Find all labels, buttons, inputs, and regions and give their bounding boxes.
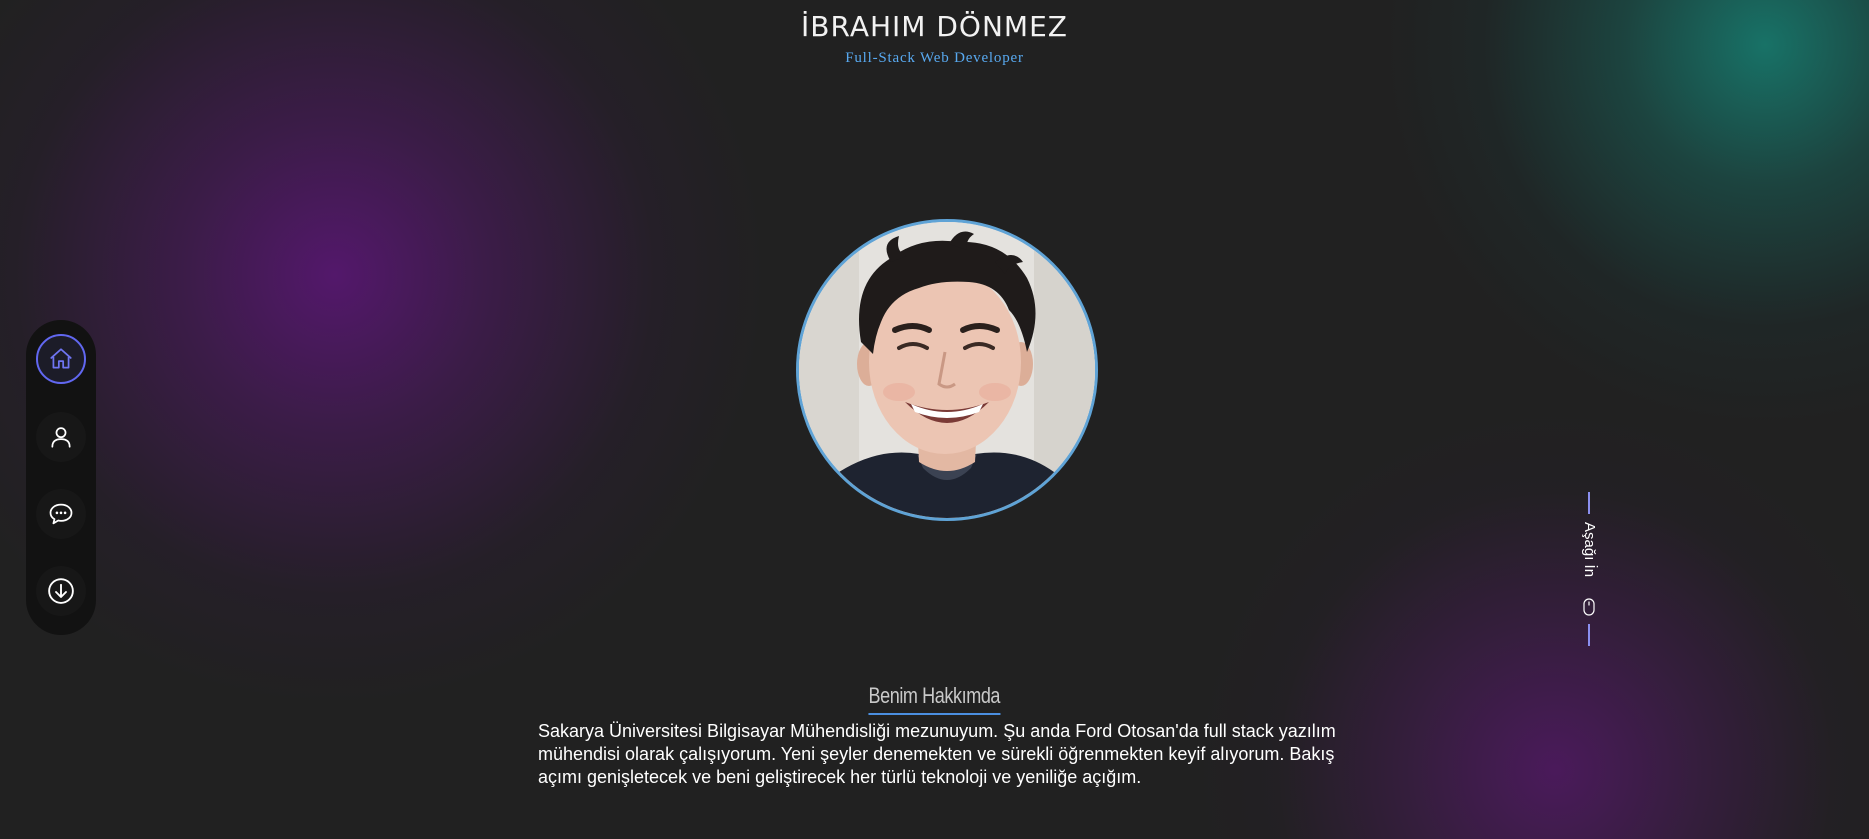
scroll-down-label: Aşağı İn bbox=[1581, 522, 1598, 578]
nav-about-button[interactable] bbox=[36, 412, 86, 462]
profile-photo bbox=[796, 219, 1098, 521]
nav-contact-button[interactable] bbox=[36, 489, 86, 539]
download-icon bbox=[48, 578, 74, 604]
side-navigation bbox=[26, 320, 96, 635]
mouse-icon bbox=[1583, 598, 1595, 616]
user-icon bbox=[51, 427, 71, 448]
scroll-down-link[interactable]: Aşağı İn bbox=[1577, 490, 1601, 650]
about-paragraph: Sakarya Üniversitesi Bilgisayar Mühendis… bbox=[538, 721, 1336, 787]
page-subtitle: Full-Stack Web Developer bbox=[845, 50, 1024, 66]
nav-home-button[interactable] bbox=[36, 334, 86, 384]
scroll-divider-top bbox=[1588, 492, 1590, 514]
nav-download-button[interactable] bbox=[36, 566, 86, 616]
page-title: İBRAHIM DÖNMEZ bbox=[801, 10, 1068, 43]
about-heading: Benim Hakkımda bbox=[868, 683, 1001, 715]
about-section-title: Benim Hakkımda bbox=[0, 683, 1869, 715]
scroll-divider-bottom bbox=[1588, 624, 1590, 646]
home-icon bbox=[50, 348, 72, 369]
portrait-image bbox=[799, 222, 1095, 518]
chat-icon bbox=[49, 503, 73, 525]
